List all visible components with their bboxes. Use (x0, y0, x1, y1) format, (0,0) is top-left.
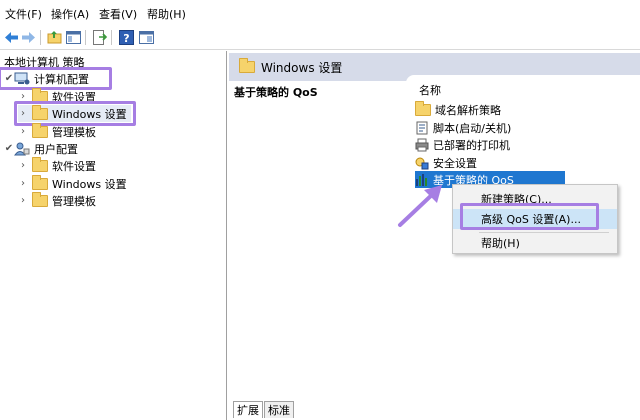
list-item-label: 脚本(启动/关机) (433, 121, 512, 135)
toolbar-separator (40, 30, 41, 45)
list-item[interactable]: 脚本(启动/关机) (415, 119, 511, 136)
pointer-arrow-icon (398, 185, 442, 227)
chevron-right-icon[interactable]: › (18, 157, 28, 174)
menu-help[interactable]: 帮助(H) (147, 6, 186, 22)
console-tree: 本地计算机 策略 ✔ 计算机配置 › 软件设置 › Windows 设置 › 管… (0, 51, 227, 420)
tree-item-admin-templates[interactable]: › 管理模板 (18, 122, 96, 140)
script-icon (416, 121, 428, 134)
toolbar-separator (111, 30, 112, 45)
tab-standard[interactable]: 标准 (264, 401, 294, 418)
section-label: 基于策略的 QoS (234, 86, 318, 99)
toolbar: ? (0, 26, 640, 50)
tree-item-label: Windows 设置 (52, 177, 127, 191)
svg-text:?: ? (123, 32, 129, 45)
tree-item-label: 软件设置 (52, 159, 96, 173)
chevron-down-icon[interactable]: ✔ (4, 140, 14, 157)
folder-icon (239, 58, 255, 73)
tree-item-software-settings[interactable]: › 软件设置 (18, 156, 96, 174)
show-hide-tree-icon[interactable] (65, 29, 82, 46)
menu-view[interactable]: 查看(V) (99, 6, 137, 22)
list-item-label: 已部署的打印机 (433, 138, 510, 152)
export-list-icon[interactable] (91, 29, 108, 46)
printer-icon (415, 138, 429, 151)
column-header-name[interactable]: 名称 (419, 82, 441, 98)
list-item-label: 域名解析策略 (435, 103, 501, 117)
highlight-outline (0, 67, 112, 90)
view-tabs: 扩展 标准 (233, 401, 295, 420)
up-folder-icon[interactable] (46, 29, 63, 46)
chevron-right-icon[interactable]: › (18, 192, 28, 209)
folder-icon (32, 191, 48, 207)
security-icon (415, 157, 429, 169)
menu-item-help[interactable]: 帮助(H) (453, 233, 617, 253)
chevron-right-icon[interactable]: › (18, 123, 28, 140)
menu-file[interactable]: 文件(F) (5, 6, 42, 22)
highlight-outline (460, 203, 599, 230)
list-item[interactable]: 域名解析策略 (415, 100, 501, 118)
help-icon[interactable]: ? (118, 29, 135, 46)
back-arrow-icon[interactable] (3, 29, 20, 46)
tree-item-label: 管理模板 (52, 194, 96, 208)
forward-arrow-icon[interactable] (20, 29, 37, 46)
details-title: Windows 设置 (261, 60, 343, 75)
menu-bar: 文件(F) 操作(A) 查看(V) 帮助(H) (0, 0, 640, 26)
folder-icon (32, 174, 48, 190)
toolbar-separator (85, 30, 86, 45)
tab-extended[interactable]: 扩展 (233, 401, 263, 418)
tree-item-admin-templates[interactable]: › 管理模板 (18, 191, 96, 209)
properties-pane-icon[interactable] (138, 29, 155, 46)
folder-icon (32, 122, 48, 138)
folder-icon (32, 156, 48, 172)
chevron-right-icon[interactable]: › (18, 175, 28, 192)
tree-item-windows-settings[interactable]: › Windows 设置 (18, 174, 127, 192)
tree-item-user-config[interactable]: ✔ 用户配置 (4, 140, 78, 157)
tree-item-label: 用户配置 (34, 142, 78, 156)
list-item[interactable]: 安全设置 (415, 154, 477, 171)
tree-item-label: 管理模板 (52, 125, 96, 139)
folder-icon (415, 100, 431, 116)
list-item-label: 安全设置 (433, 156, 477, 170)
list-item[interactable]: 已部署的打印机 (415, 136, 510, 153)
user-icon (14, 142, 30, 155)
menu-action[interactable]: 操作(A) (51, 6, 89, 22)
